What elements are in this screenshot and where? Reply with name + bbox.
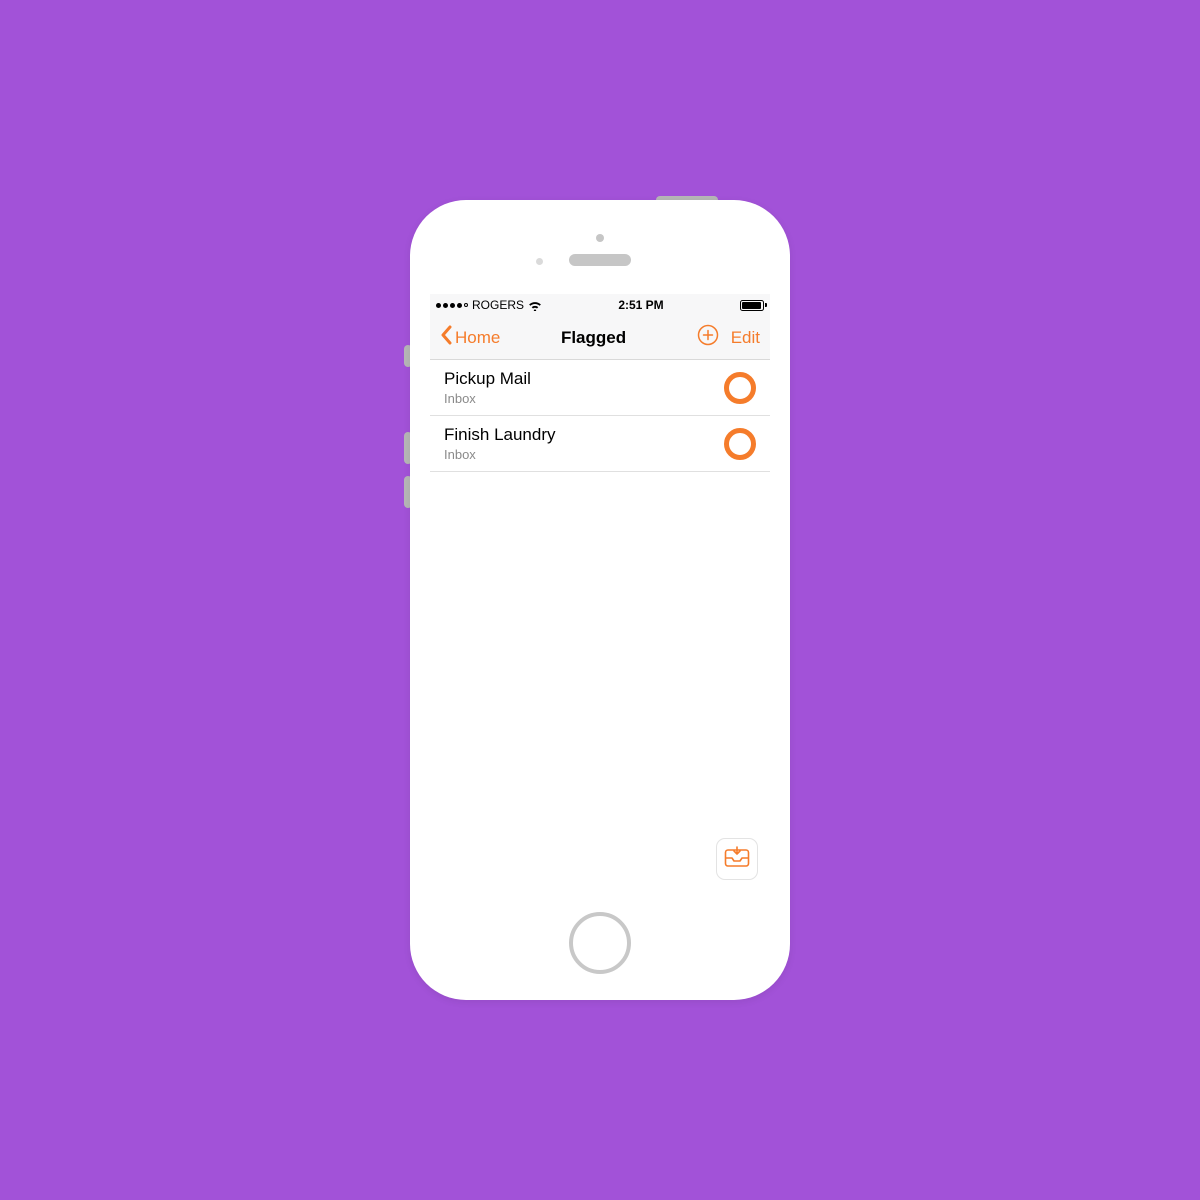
back-button[interactable]: Home <box>440 325 500 350</box>
screen: ROGERS 2:51 PM Home Flagged <box>430 294 770 892</box>
inbox-button[interactable] <box>716 838 758 880</box>
navigation-bar: Home Flagged Edit <box>430 316 770 360</box>
carrier-label: ROGERS <box>472 298 524 312</box>
proximity-sensor <box>536 258 543 265</box>
status-time: 2:51 PM <box>618 298 663 312</box>
list-item[interactable]: Finish Laundry Inbox <box>430 416 770 472</box>
back-label: Home <box>455 328 500 348</box>
chevron-left-icon <box>440 325 452 350</box>
status-bar: ROGERS 2:51 PM <box>430 294 770 316</box>
battery-icon <box>740 300 764 311</box>
item-title: Finish Laundry <box>444 425 724 445</box>
phone-body: ROGERS 2:51 PM Home Flagged <box>410 200 790 1000</box>
status-right <box>740 300 764 311</box>
page-title: Flagged <box>498 328 688 348</box>
inbox-icon <box>724 846 750 873</box>
item-subtitle: Inbox <box>444 391 724 406</box>
item-subtitle: Inbox <box>444 447 724 462</box>
list-item[interactable]: Pickup Mail Inbox <box>430 360 770 416</box>
phone-mockup: ROGERS 2:51 PM Home Flagged <box>410 200 790 1000</box>
edit-button[interactable]: Edit <box>731 328 760 348</box>
plus-circle-icon <box>697 324 719 351</box>
task-list: Pickup Mail Inbox Finish Laundry Inbox <box>430 360 770 472</box>
complete-toggle[interactable] <box>724 428 756 460</box>
top-hardware <box>410 200 790 278</box>
earpiece-speaker <box>569 254 631 266</box>
signal-strength-icon <box>436 303 468 308</box>
complete-toggle[interactable] <box>724 372 756 404</box>
add-button[interactable] <box>697 327 719 349</box>
wifi-icon <box>528 300 542 311</box>
status-left: ROGERS <box>436 298 542 312</box>
front-camera <box>596 234 604 242</box>
item-title: Pickup Mail <box>444 369 724 389</box>
home-button[interactable] <box>569 912 631 974</box>
